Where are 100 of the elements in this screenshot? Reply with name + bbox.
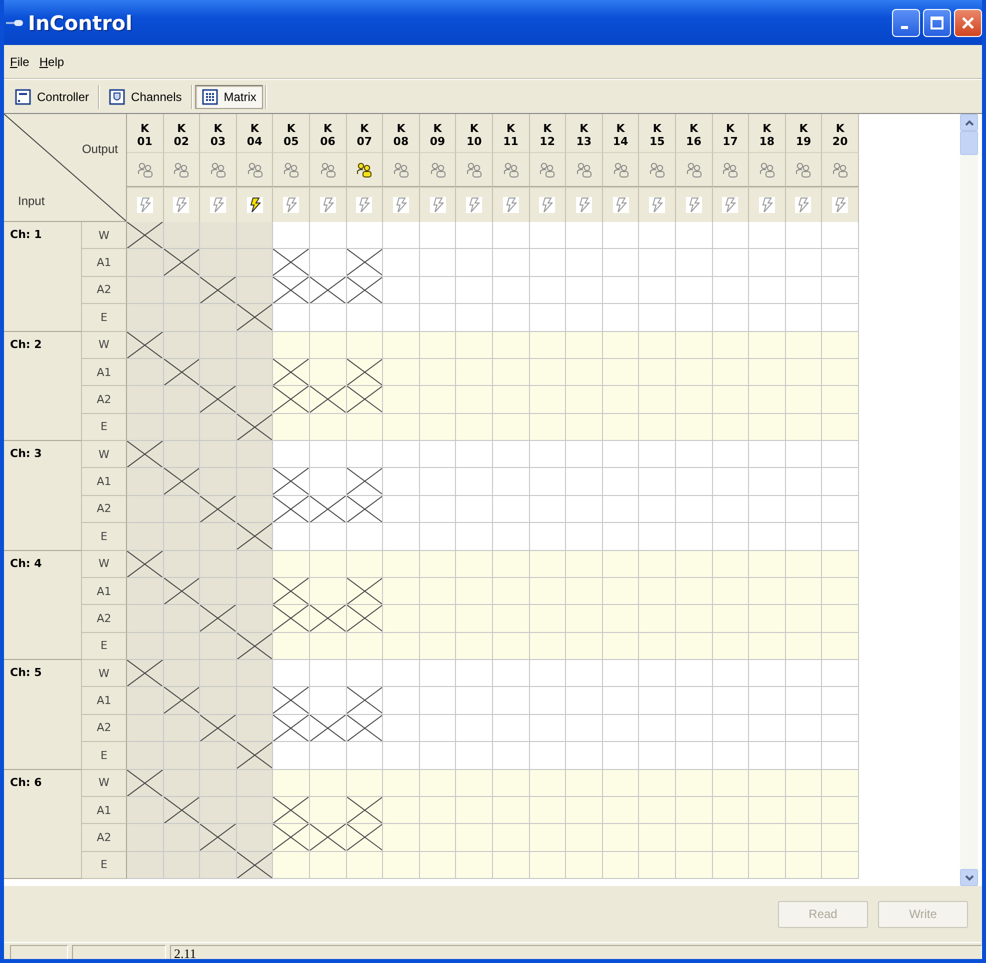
cross-mark — [164, 796, 200, 824]
cross-mark — [346, 496, 382, 522]
column-header: K 16 — [676, 114, 712, 152]
menu-item[interactable]: File — [10, 54, 30, 68]
column-header: K 18 — [749, 114, 786, 152]
column-header: K 20 — [822, 114, 859, 152]
cross-mark — [346, 714, 382, 742]
row-label: A2 — [82, 276, 127, 304]
row-label: A1 — [82, 796, 127, 824]
input-label: Input — [18, 194, 45, 208]
cross-mark — [310, 824, 346, 851]
cross-mark — [346, 605, 382, 632]
column-header: K 04 — [236, 114, 274, 152]
cross-mark — [127, 770, 163, 796]
channel-label: Ch: 1 — [4, 222, 82, 332]
cross-mark — [346, 276, 382, 304]
close-button[interactable] — [954, 8, 982, 36]
cross-mark — [273, 358, 309, 386]
cross-mark — [164, 687, 200, 714]
version-text: 2.11 — [170, 945, 982, 959]
lightning-icon[interactable] — [246, 197, 263, 213]
scrollbar[interactable] — [960, 114, 978, 886]
cross-mark — [273, 796, 309, 824]
column-header: K 06 — [310, 114, 347, 152]
cross-mark — [236, 523, 272, 550]
cross-mark — [200, 605, 236, 632]
channel-label: Ch: 2 — [4, 332, 82, 441]
column-header: K 14 — [602, 114, 640, 152]
cross-mark — [164, 249, 200, 276]
maximize-button[interactable] — [923, 8, 951, 36]
column-header: K 19 — [786, 114, 822, 152]
column-header: K 07 — [346, 114, 384, 152]
cross-mark — [127, 441, 163, 468]
row-label: W — [82, 222, 127, 250]
cross-mark — [346, 249, 382, 276]
column-header: K 03 — [200, 114, 237, 152]
scroll-up-button[interactable] — [960, 114, 978, 131]
row-label: E — [82, 632, 127, 660]
cross-mark — [127, 222, 163, 248]
column-header: K 09 — [420, 114, 456, 152]
row-label: A2 — [82, 824, 127, 852]
channel-label: Ch: 3 — [4, 441, 82, 550]
row-label: E — [82, 414, 127, 441]
scroll-thumb[interactable] — [960, 131, 978, 155]
cross-mark — [273, 276, 309, 304]
column-header: K 15 — [639, 114, 676, 152]
group-icon[interactable] — [356, 162, 372, 178]
cross-mark — [346, 358, 382, 386]
cross-mark — [346, 796, 382, 824]
cross-mark — [164, 468, 200, 495]
row-label: W — [82, 550, 127, 578]
cross-mark — [127, 660, 163, 686]
cross-mark — [310, 605, 346, 632]
row-label: A1 — [82, 468, 127, 496]
row-label: W — [82, 770, 127, 797]
cross-mark — [310, 276, 346, 304]
cross-mark — [310, 714, 346, 742]
maximize-icon — [930, 16, 944, 30]
cross-mark — [346, 687, 382, 714]
grid-icon — [202, 88, 218, 104]
column-header: K 13 — [566, 114, 603, 152]
row-label: A1 — [82, 358, 127, 386]
toolbar-tab[interactable]: Channels — [102, 84, 189, 108]
status-pane — [10, 945, 68, 959]
menu-item[interactable]: Help — [39, 54, 64, 68]
cross-mark — [273, 605, 309, 632]
row-label: A1 — [82, 578, 127, 606]
toolbar-tab[interactable]: Controller — [8, 84, 96, 108]
cross-mark — [273, 578, 309, 604]
row-label: W — [82, 332, 127, 359]
cross-mark — [346, 468, 382, 495]
caret-up-icon — [964, 120, 974, 126]
cross-mark — [127, 332, 163, 358]
minimize-button[interactable] — [892, 8, 920, 36]
cross-mark — [236, 742, 272, 768]
cross-mark — [273, 687, 309, 714]
column-header: K 05 — [273, 114, 310, 152]
column-header: K 02 — [164, 114, 200, 152]
column-header: K 17 — [712, 114, 750, 152]
cross-mark — [127, 550, 163, 577]
cross-mark — [164, 358, 200, 386]
cross-mark — [273, 496, 309, 522]
cross-mark — [200, 714, 236, 742]
cross-mark — [236, 852, 272, 878]
minimize-icon — [900, 26, 908, 29]
caret-down-icon — [964, 874, 974, 880]
window-title: InControl — [28, 10, 132, 34]
row-label: A2 — [82, 496, 127, 524]
column-header: K 12 — [530, 114, 566, 152]
channel-label: Ch: 6 — [4, 770, 82, 879]
column-header: K 10 — [456, 114, 493, 152]
cross-mark — [273, 249, 309, 276]
channel-label: Ch: 4 — [4, 550, 82, 660]
scroll-down-button[interactable] — [960, 869, 978, 886]
cross-mark — [236, 304, 272, 330]
close-icon — [961, 16, 975, 30]
toolbar-tab[interactable]: Matrix — [194, 84, 264, 108]
cross-mark — [164, 578, 200, 604]
row-label: W — [82, 660, 127, 688]
row-label: A2 — [82, 386, 127, 414]
